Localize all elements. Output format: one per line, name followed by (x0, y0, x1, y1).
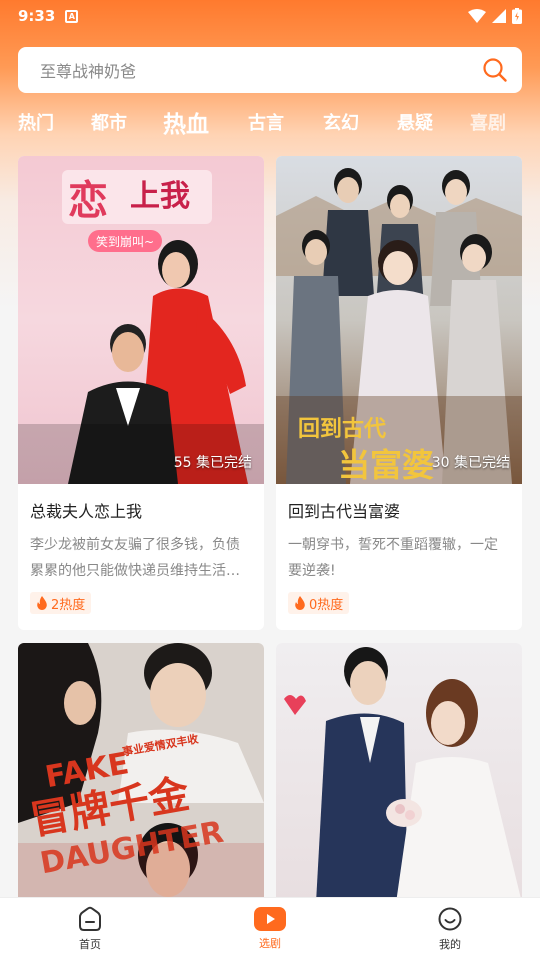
home-icon (79, 906, 101, 931)
tab-mystery[interactable]: 悬疑 (397, 109, 433, 135)
poster-title-bottom: 当富婆 (338, 446, 434, 484)
nav-home[interactable]: 首页 (45, 906, 135, 952)
bottom-navigation: 首页 选剧 我的 (0, 897, 540, 960)
status-time: 9:33 (18, 7, 56, 25)
tab-passion[interactable]: 热血 (163, 105, 209, 139)
poster-title-top: 回到古代 (298, 416, 386, 442)
drama-poster: FAKE 事业爱情双丰收 冒牌千金 DAUGHTER (18, 643, 264, 903)
search-icon[interactable] (482, 57, 508, 83)
tab-ancient-romance[interactable]: 古言 (248, 109, 284, 135)
nav-profile[interactable]: 我的 (405, 906, 495, 952)
nav-browse[interactable]: 选剧 (225, 907, 315, 951)
signal-icon (492, 9, 506, 23)
tab-hot[interactable]: 热门 (18, 109, 54, 135)
poster-tagline: 笑到崩叫~ (96, 234, 154, 249)
drama-card[interactable]: 回到古代 当富婆 30 集已完结 回到古代当富婆 一朝穿书，誓死不重蹈覆辙，一定… (276, 156, 522, 630)
tab-comedy[interactable]: 喜剧 (470, 109, 506, 135)
drama-description: 李少龙被前女友骗了很多钱，负债累累的他只能做快递员维持生活… (30, 537, 240, 579)
episode-count: 55 集已完结 (173, 455, 252, 471)
status-bar: 9:33 A (0, 0, 540, 32)
flame-icon (37, 596, 47, 610)
drama-poster: 恋 上我 笑到崩叫~ 55 集已完结 (18, 156, 264, 484)
notification-a-icon: A (65, 9, 79, 23)
wifi-icon (468, 9, 486, 23)
status-indicators (468, 8, 522, 24)
nav-home-label: 首页 (79, 938, 101, 951)
poster-title-love: 恋 (68, 178, 108, 224)
drama-poster (276, 643, 522, 903)
search-placeholder: 至尊战神奶爸 (40, 62, 137, 81)
heat-badge: 0热度 (288, 592, 350, 614)
drama-description: 一朝穿书，誓死不重蹈覆辙，一定要逆袭! (288, 537, 498, 579)
flame-icon (295, 596, 305, 610)
drama-title: 回到古代当富婆 (288, 502, 401, 521)
profile-icon (438, 907, 462, 931)
category-tabs: 热门 都市 热血 古言 玄幻 悬疑 喜剧 (0, 100, 540, 144)
tab-fantasy[interactable]: 玄幻 (323, 109, 359, 135)
poster-title-rest: 上我 (130, 179, 190, 214)
nav-browse-label: 选剧 (259, 937, 281, 950)
drama-title: 总裁夫人恋上我 (30, 502, 143, 521)
heat-badge: 2热度 (30, 592, 92, 614)
episode-count: 30 集已完结 (431, 455, 510, 471)
heat-value: 2热度 (51, 597, 86, 613)
search-input[interactable]: 至尊战神奶爸 (18, 47, 522, 93)
heat-value: 0热度 (309, 597, 344, 613)
drama-card[interactable]: 恋 上我 笑到崩叫~ 55 集已完结 总裁夫人恋上我 李少龙被前女友骗了很多钱，… (18, 156, 264, 630)
play-icon (254, 907, 286, 931)
drama-card[interactable]: FAKE 事业爱情双丰收 冒牌千金 DAUGHTER (18, 643, 264, 903)
drama-poster: 回到古代 当富婆 30 集已完结 (276, 156, 522, 484)
battery-icon (512, 8, 522, 24)
tab-urban[interactable]: 都市 (91, 109, 127, 135)
nav-profile-label: 我的 (439, 938, 461, 951)
drama-card[interactable] (276, 643, 522, 903)
